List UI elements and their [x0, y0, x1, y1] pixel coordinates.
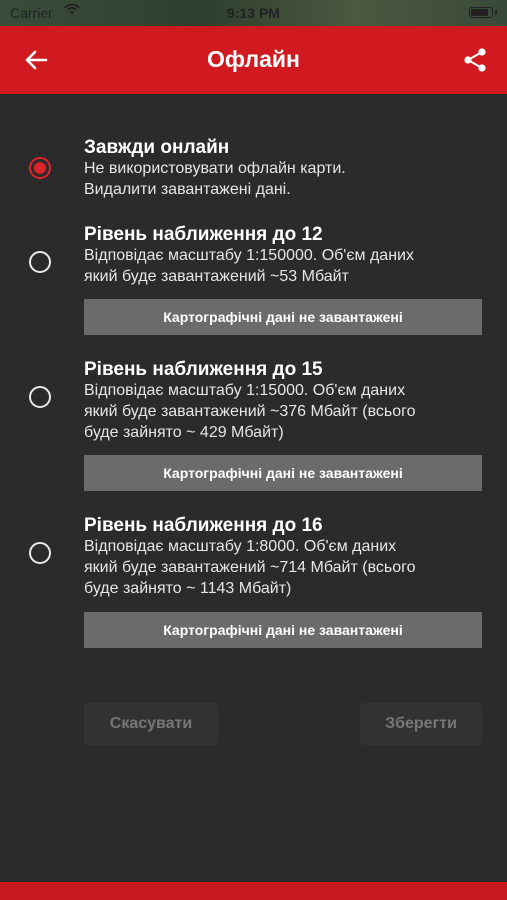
battery-nub	[495, 10, 497, 15]
bottom-bar	[0, 882, 507, 900]
option-desc-line: який буде завантажений ~714 Мбайт (всьог…	[84, 559, 416, 576]
save-button[interactable]: Зберегти	[360, 703, 482, 745]
option-desc-line: Відповідає масштабу 1:15000. Об'єм даних	[84, 382, 406, 399]
status-bar: Carrier 9:13 PM	[0, 0, 507, 26]
battery-icon	[469, 7, 493, 18]
option-desc-line: який буде завантажений ~53 Мбайт	[84, 268, 349, 285]
option-desc-line: Не використовувати офлайн карти.	[84, 160, 346, 177]
option-desc-line: Відповідає масштабу 1:8000. Об'єм даних	[84, 538, 397, 555]
option-title: Рівень наближення до 16	[84, 515, 323, 536]
download-status: Картографічні дані не завантажені	[84, 455, 482, 491]
option-desc-line: буде зайнято ~ 1143 Мбайт)	[84, 580, 292, 597]
radio-zoom-12[interactable]	[29, 251, 51, 273]
status-time: 9:13 PM	[227, 5, 280, 21]
radio-always-online[interactable]	[29, 157, 51, 179]
download-status: Картографічні дані не завантажені	[84, 299, 482, 335]
share-icon	[464, 48, 486, 72]
option-title: Рівень наближення до 15	[84, 359, 323, 380]
option-desc-line: який буде завантажений ~376 Мбайт (всьог…	[84, 403, 416, 420]
option-title: Завжди онлайн	[84, 137, 230, 158]
page-title: Офлайн	[207, 46, 300, 72]
radio-zoom-16[interactable]	[29, 542, 51, 564]
share-button[interactable]	[457, 42, 493, 78]
option-desc-line: Відповідає масштабу 1:150000. Об'єм дани…	[84, 247, 414, 264]
option-title: Рівень наближення до 12	[84, 224, 323, 245]
option-desc-line: буде зайнято ~ 429 Мбайт)	[84, 424, 284, 441]
download-status: Картографічні дані не завантажені	[84, 612, 482, 648]
cancel-button[interactable]: Скасувати	[84, 703, 218, 745]
radio-zoom-15[interactable]	[29, 386, 51, 408]
option-desc-line: Видалити завантажені дані.	[84, 181, 291, 198]
app-bar: Офлайн	[0, 26, 507, 94]
